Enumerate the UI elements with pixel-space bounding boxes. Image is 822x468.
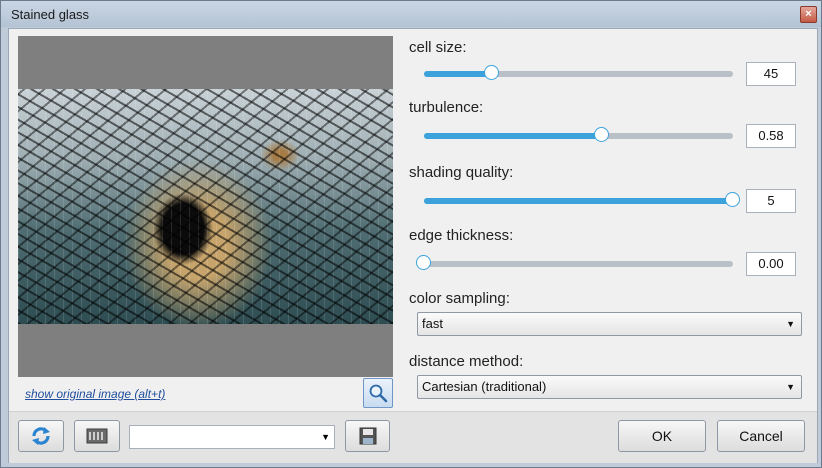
- ok-button[interactable]: OK: [618, 420, 706, 452]
- dialog-footer: ▼ OK Cancel: [9, 411, 817, 463]
- turbulence-label: turbulence:: [409, 99, 484, 116]
- shading-quality-slider[interactable]: [424, 192, 740, 207]
- cancel-button[interactable]: Cancel: [717, 420, 805, 452]
- cell-size-input[interactable]: 45: [746, 62, 796, 86]
- color-sampling-dropdown[interactable]: fast ▼: [417, 312, 802, 336]
- randomize-button[interactable]: [74, 420, 120, 452]
- edge-thickness-slider-thumb[interactable]: [416, 255, 431, 270]
- cell-size-label: cell size:: [409, 39, 467, 56]
- dialog-body: show original image (alt+t) cell size: 4…: [8, 28, 818, 463]
- chevron-down-icon: ▼: [321, 432, 330, 442]
- cell-size-slider[interactable]: [424, 65, 733, 80]
- show-original-link[interactable]: show original image (alt+t): [25, 387, 165, 401]
- title-bar[interactable]: Stained glass ×: [1, 1, 821, 27]
- zoom-button[interactable]: [363, 378, 393, 408]
- shading-quality-slider-thumb[interactable]: [725, 192, 740, 207]
- color-sampling-value: fast: [422, 316, 443, 331]
- edge-thickness-label: edge thickness:: [409, 227, 514, 244]
- dialog-window: Stained glass × show original image (alt…: [0, 0, 822, 468]
- preset-dropdown[interactable]: ▼: [129, 425, 335, 449]
- distance-method-value: Cartesian (traditional): [422, 379, 547, 394]
- cell-size-slider-fill: [424, 71, 492, 77]
- edge-thickness-input[interactable]: 0.00: [746, 252, 796, 276]
- turbulence-input[interactable]: 0.58: [746, 124, 796, 148]
- save-preset-icon: [359, 427, 376, 445]
- preview-image: [18, 89, 393, 324]
- color-sampling-label: color sampling:: [409, 290, 510, 307]
- cancel-button-label: Cancel: [739, 428, 783, 444]
- refresh-icon: [32, 427, 50, 445]
- chevron-down-icon: ▼: [786, 319, 795, 329]
- shading-quality-slider-fill: [424, 198, 733, 204]
- randomize-icon: [86, 428, 108, 444]
- distance-method-dropdown[interactable]: Cartesian (traditional) ▼: [417, 375, 802, 399]
- turbulence-slider-fill: [424, 133, 602, 139]
- edge-thickness-slider[interactable]: [416, 255, 733, 270]
- turbulence-slider-thumb[interactable]: [593, 127, 609, 142]
- ok-button-label: OK: [651, 428, 673, 444]
- window-title: Stained glass: [11, 7, 90, 22]
- shading-quality-label: shading quality:: [409, 164, 514, 181]
- save-preset-button[interactable]: [345, 420, 390, 452]
- shading-quality-input[interactable]: 5: [746, 189, 796, 213]
- turbulence-slider[interactable]: [424, 127, 733, 142]
- cell-size-slider-thumb[interactable]: [483, 65, 499, 80]
- preview-area: [18, 36, 393, 377]
- refresh-button[interactable]: [18, 420, 64, 452]
- chevron-down-icon: ▼: [786, 382, 795, 392]
- close-button[interactable]: ×: [800, 6, 817, 23]
- magnifier-icon: [369, 384, 388, 403]
- distance-method-label: distance method:: [409, 353, 524, 370]
